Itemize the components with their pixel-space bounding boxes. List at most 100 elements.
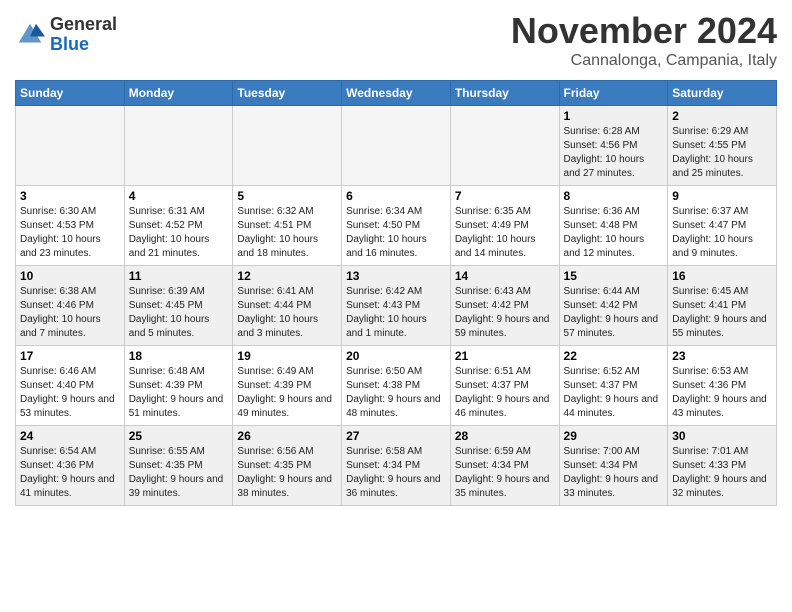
day-info: Sunrise: 6:46 AMSunset: 4:40 PMDaylight:…	[20, 365, 120, 421]
calendar-cell	[450, 106, 559, 186]
day-info: Sunrise: 6:54 AMSunset: 4:36 PMDaylight:…	[20, 445, 120, 501]
day-info: Sunrise: 6:59 AMSunset: 4:34 PMDaylight:…	[455, 445, 555, 501]
weekday-header: Tuesday	[233, 81, 342, 106]
day-number: 1	[564, 109, 664, 123]
day-number: 12	[237, 269, 337, 283]
calendar-cell: 4 Sunrise: 6:31 AMSunset: 4:52 PMDaylight…	[124, 186, 233, 266]
calendar-cell: 14 Sunrise: 6:43 AMSunset: 4:42 PMDayligh…	[450, 266, 559, 346]
day-info: Sunrise: 6:56 AMSunset: 4:35 PMDaylight:…	[237, 445, 337, 501]
calendar-cell: 1 Sunrise: 6:28 AMSunset: 4:56 PMDaylight…	[559, 106, 668, 186]
day-number: 10	[20, 269, 120, 283]
day-info: Sunrise: 6:45 AMSunset: 4:41 PMDaylight:…	[672, 285, 772, 341]
day-info: Sunrise: 6:36 AMSunset: 4:48 PMDaylight:…	[564, 205, 664, 261]
weekday-header: Sunday	[16, 81, 125, 106]
day-number: 22	[564, 349, 664, 363]
day-info: Sunrise: 6:49 AMSunset: 4:39 PMDaylight:…	[237, 365, 337, 421]
day-info: Sunrise: 6:29 AMSunset: 4:55 PMDaylight:…	[672, 125, 772, 181]
day-number: 15	[564, 269, 664, 283]
calendar-header: SundayMondayTuesdayWednesdayThursdayFrid…	[16, 81, 777, 106]
calendar-week-row: 24 Sunrise: 6:54 AMSunset: 4:36 PMDayligh…	[16, 426, 777, 506]
day-info: Sunrise: 6:38 AMSunset: 4:46 PMDaylight:…	[20, 285, 120, 341]
calendar-cell: 3 Sunrise: 6:30 AMSunset: 4:53 PMDaylight…	[16, 186, 125, 266]
day-number: 17	[20, 349, 120, 363]
day-number: 6	[346, 189, 446, 203]
day-number: 21	[455, 349, 555, 363]
calendar-cell	[16, 106, 125, 186]
calendar-cell: 6 Sunrise: 6:34 AMSunset: 4:50 PMDaylight…	[342, 186, 451, 266]
calendar-cell: 17 Sunrise: 6:46 AMSunset: 4:40 PMDayligh…	[16, 346, 125, 426]
day-info: Sunrise: 6:43 AMSunset: 4:42 PMDaylight:…	[455, 285, 555, 341]
month-title: November 2024	[511, 10, 777, 52]
day-number: 13	[346, 269, 446, 283]
day-number: 11	[129, 269, 229, 283]
day-number: 7	[455, 189, 555, 203]
day-info: Sunrise: 6:50 AMSunset: 4:38 PMDaylight:…	[346, 365, 446, 421]
day-info: Sunrise: 6:55 AMSunset: 4:35 PMDaylight:…	[129, 445, 229, 501]
weekday-header: Saturday	[668, 81, 777, 106]
day-number: 24	[20, 429, 120, 443]
calendar-cell: 24 Sunrise: 6:54 AMSunset: 4:36 PMDayligh…	[16, 426, 125, 506]
logo-text: General Blue	[50, 15, 117, 55]
day-number: 4	[129, 189, 229, 203]
calendar-cell: 28 Sunrise: 6:59 AMSunset: 4:34 PMDayligh…	[450, 426, 559, 506]
calendar-cell: 13 Sunrise: 6:42 AMSunset: 4:43 PMDayligh…	[342, 266, 451, 346]
day-info: Sunrise: 6:34 AMSunset: 4:50 PMDaylight:…	[346, 205, 446, 261]
calendar-cell: 12 Sunrise: 6:41 AMSunset: 4:44 PMDayligh…	[233, 266, 342, 346]
weekday-header: Friday	[559, 81, 668, 106]
calendar-body: 1 Sunrise: 6:28 AMSunset: 4:56 PMDaylight…	[16, 106, 777, 506]
weekday-row: SundayMondayTuesdayWednesdayThursdayFrid…	[16, 81, 777, 106]
logo-blue: Blue	[50, 35, 117, 55]
day-number: 3	[20, 189, 120, 203]
day-number: 26	[237, 429, 337, 443]
calendar-table: SundayMondayTuesdayWednesdayThursdayFrid…	[15, 80, 777, 506]
calendar-cell: 16 Sunrise: 6:45 AMSunset: 4:41 PMDayligh…	[668, 266, 777, 346]
calendar-cell: 10 Sunrise: 6:38 AMSunset: 4:46 PMDayligh…	[16, 266, 125, 346]
calendar-cell: 11Sunrise: 6:39 AMSunset: 4:45 PMDayligh…	[124, 266, 233, 346]
day-number: 20	[346, 349, 446, 363]
calendar-cell: 22 Sunrise: 6:52 AMSunset: 4:37 PMDayligh…	[559, 346, 668, 426]
calendar-cell: 8Sunrise: 6:36 AMSunset: 4:48 PMDaylight…	[559, 186, 668, 266]
calendar-cell: 26 Sunrise: 6:56 AMSunset: 4:35 PMDayligh…	[233, 426, 342, 506]
calendar-week-row: 3 Sunrise: 6:30 AMSunset: 4:53 PMDaylight…	[16, 186, 777, 266]
day-number: 28	[455, 429, 555, 443]
day-info: Sunrise: 6:58 AMSunset: 4:34 PMDaylight:…	[346, 445, 446, 501]
calendar-cell: 7 Sunrise: 6:35 AMSunset: 4:49 PMDaylight…	[450, 186, 559, 266]
calendar-cell: 25 Sunrise: 6:55 AMSunset: 4:35 PMDayligh…	[124, 426, 233, 506]
day-info: Sunrise: 6:41 AMSunset: 4:44 PMDaylight:…	[237, 285, 337, 341]
day-number: 25	[129, 429, 229, 443]
calendar-week-row: 1 Sunrise: 6:28 AMSunset: 4:56 PMDaylight…	[16, 106, 777, 186]
location: Cannalonga, Campania, Italy	[511, 52, 777, 70]
day-info: Sunrise: 6:44 AMSunset: 4:42 PMDaylight:…	[564, 285, 664, 341]
day-info: Sunrise: 6:28 AMSunset: 4:56 PMDaylight:…	[564, 125, 664, 181]
title-block: November 2024 Cannalonga, Campania, Ital…	[511, 10, 777, 70]
logo-general: General	[50, 15, 117, 35]
day-number: 18	[129, 349, 229, 363]
day-info: Sunrise: 6:51 AMSunset: 4:37 PMDaylight:…	[455, 365, 555, 421]
day-info: Sunrise: 6:35 AMSunset: 4:49 PMDaylight:…	[455, 205, 555, 261]
calendar-week-row: 10 Sunrise: 6:38 AMSunset: 4:46 PMDayligh…	[16, 266, 777, 346]
day-info: Sunrise: 6:53 AMSunset: 4:36 PMDaylight:…	[672, 365, 772, 421]
day-number: 9	[672, 189, 772, 203]
day-number: 23	[672, 349, 772, 363]
calendar-cell: 23 Sunrise: 6:53 AMSunset: 4:36 PMDayligh…	[668, 346, 777, 426]
calendar-cell: 21 Sunrise: 6:51 AMSunset: 4:37 PMDayligh…	[450, 346, 559, 426]
day-info: Sunrise: 6:42 AMSunset: 4:43 PMDaylight:…	[346, 285, 446, 341]
weekday-header: Wednesday	[342, 81, 451, 106]
day-number: 2	[672, 109, 772, 123]
page-header: General Blue November 2024 Cannalonga, C…	[15, 10, 777, 70]
day-info: Sunrise: 7:01 AMSunset: 4:33 PMDaylight:…	[672, 445, 772, 501]
weekday-header: Thursday	[450, 81, 559, 106]
day-number: 29	[564, 429, 664, 443]
day-info: Sunrise: 7:00 AMSunset: 4:34 PMDaylight:…	[564, 445, 664, 501]
day-info: Sunrise: 6:32 AMSunset: 4:51 PMDaylight:…	[237, 205, 337, 261]
day-info: Sunrise: 6:30 AMSunset: 4:53 PMDaylight:…	[20, 205, 120, 261]
day-number: 27	[346, 429, 446, 443]
day-info: Sunrise: 6:48 AMSunset: 4:39 PMDaylight:…	[129, 365, 229, 421]
calendar-cell: 2 Sunrise: 6:29 AMSunset: 4:55 PMDaylight…	[668, 106, 777, 186]
calendar-cell: 9Sunrise: 6:37 AMSunset: 4:47 PMDaylight…	[668, 186, 777, 266]
day-number: 16	[672, 269, 772, 283]
day-number: 14	[455, 269, 555, 283]
day-number: 19	[237, 349, 337, 363]
day-info: Sunrise: 6:31 AMSunset: 4:52 PMDaylight:…	[129, 205, 229, 261]
day-info: Sunrise: 6:52 AMSunset: 4:37 PMDaylight:…	[564, 365, 664, 421]
